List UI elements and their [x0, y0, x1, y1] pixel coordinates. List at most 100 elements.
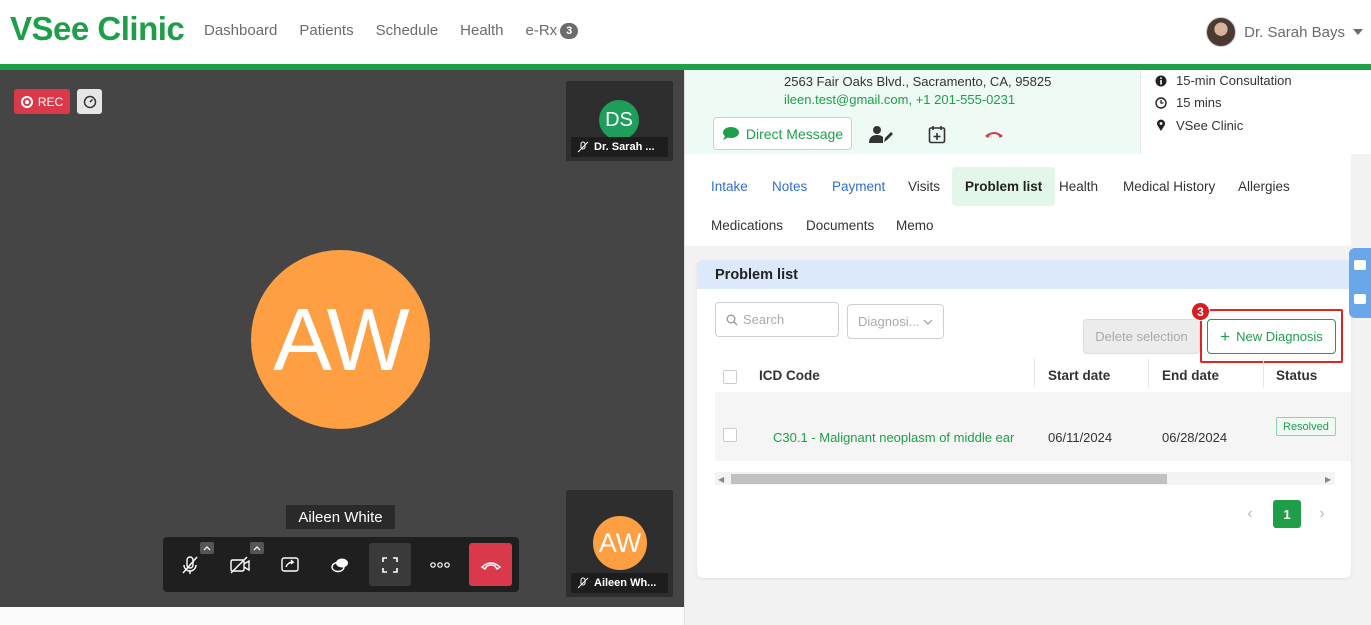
hang-up-icon: [985, 132, 1003, 138]
col-header-start-date[interactable]: Start date: [1048, 368, 1110, 383]
appointment-location-row: VSee Clinic: [1155, 118, 1243, 133]
record-button[interactable]: REC: [14, 89, 70, 114]
tab-health[interactable]: Health: [1046, 167, 1111, 206]
nav-erx[interactable]: e-Rx 3: [526, 22, 579, 39]
search-icon: [726, 314, 738, 325]
mic-off-icon: [577, 577, 589, 589]
tab-medical-history[interactable]: Medical History: [1110, 167, 1228, 206]
row-start-date: 06/11/2024: [1048, 430, 1113, 445]
tab-intake[interactable]: Intake: [698, 167, 761, 206]
patient-avatar: AW: [593, 516, 647, 570]
mic-off-icon: [182, 555, 198, 574]
user-menu[interactable]: Dr. Sarah Bays: [1206, 17, 1363, 47]
patient-phone-link[interactable]: +1 201-555-0231: [916, 92, 1015, 107]
participant-tile-doctor[interactable]: DS Dr. Sarah ...: [566, 81, 673, 161]
status-badge: Resolved: [1276, 417, 1336, 436]
tab-allergies[interactable]: Allergies: [1225, 167, 1303, 206]
calendar-add-icon: [928, 125, 946, 143]
main-nav: Dashboard Patients Schedule Health e-Rx 3: [204, 22, 579, 39]
patient-tile-name: Aileen Wh...: [594, 577, 657, 589]
nav-erx-label: e-Rx: [525, 22, 558, 39]
hang-up-icon: [480, 561, 501, 570]
col-header-icd-code[interactable]: ICD Code: [759, 368, 820, 383]
tab-problem-list[interactable]: Problem list: [952, 167, 1056, 206]
contact-separator: ,: [908, 92, 916, 107]
direct-message-label: Direct Message: [745, 125, 844, 142]
tab-medications[interactable]: Medications: [698, 206, 796, 245]
thumbs-icon: [1354, 294, 1366, 304]
page-number-button[interactable]: 1: [1273, 500, 1301, 528]
problem-list-title: Problem list: [697, 260, 1351, 289]
more-options-button[interactable]: [419, 543, 461, 586]
column-divider: [1148, 358, 1149, 388]
doctor-tile-name: Dr. Sarah ...: [594, 141, 655, 153]
delete-selection-button[interactable]: Delete selection: [1083, 319, 1200, 354]
nav-patients[interactable]: Patients: [299, 22, 353, 39]
book-icon: [1354, 260, 1366, 270]
record-label: REC: [37, 94, 64, 109]
scroll-left-icon[interactable]: ◀: [718, 475, 724, 484]
diagnosis-filter-select[interactable]: Diagnosi...: [847, 304, 944, 339]
end-call-button[interactable]: [469, 543, 512, 586]
appointment-location: VSee Clinic: [1176, 118, 1244, 133]
appointment-type: 15-min Consultation: [1176, 73, 1292, 88]
video-call-area: REC AW DS Dr. Sarah ... AW Aileen Wh... …: [0, 70, 684, 607]
column-divider: [1263, 358, 1264, 388]
mic-off-icon: [577, 141, 589, 153]
user-name: Dr. Sarah Bays: [1244, 23, 1345, 41]
appointment-info: 15-min Consultation 15 mins VSee Clinic: [1140, 70, 1371, 154]
nav-health[interactable]: Health: [460, 22, 503, 39]
col-header-end-date[interactable]: End date: [1162, 368, 1219, 383]
patient-email-link[interactable]: ileen.test@gmail.com: [784, 92, 908, 107]
clock-icon: [1155, 96, 1167, 109]
chevron-down-icon: [923, 319, 933, 325]
share-screen-button[interactable]: [269, 543, 311, 586]
chat-icon: [331, 558, 348, 572]
tab-visits[interactable]: Visits: [895, 167, 953, 206]
horizontal-scrollbar[interactable]: ◀ ▶: [715, 472, 1335, 485]
camera-options-chevron-icon[interactable]: [250, 542, 264, 554]
table-row[interactable]: [715, 392, 1351, 461]
nav-dashboard[interactable]: Dashboard: [204, 22, 277, 39]
schedule-visit-button[interactable]: [923, 120, 951, 148]
search-placeholder: Search: [743, 312, 785, 327]
chat-button[interactable]: [319, 543, 361, 586]
select-all-checkbox[interactable]: [723, 370, 737, 384]
col-header-status[interactable]: Status: [1276, 368, 1317, 383]
erx-count-badge: 3: [560, 22, 579, 39]
gauge-icon: [83, 95, 96, 108]
direct-message-button[interactable]: Direct Message: [713, 117, 852, 150]
video-footer-space: [0, 607, 684, 625]
avatar: [1206, 17, 1237, 47]
step-number-badge: 3: [1191, 302, 1210, 321]
nav-schedule[interactable]: Schedule: [376, 22, 439, 39]
tab-documents[interactable]: Documents: [793, 206, 887, 245]
side-help-tab[interactable]: [1349, 248, 1371, 318]
tab-payment[interactable]: Payment: [819, 167, 898, 206]
participant-tile-patient[interactable]: AW Aileen Wh...: [566, 490, 673, 597]
step-highlight-box: [1200, 309, 1343, 363]
patient-contact-line: ileen.test@gmail.com, +1 201-555-0231: [784, 92, 1015, 107]
prev-page-icon[interactable]: ‹: [1242, 500, 1258, 528]
tab-memo[interactable]: Memo: [883, 206, 947, 245]
call-controls-bar: [163, 537, 519, 592]
scrollbar-thumb[interactable]: [731, 474, 1167, 484]
mic-options-chevron-icon[interactable]: [200, 542, 214, 554]
edit-patient-button[interactable]: [867, 120, 895, 148]
column-divider: [1034, 358, 1035, 388]
app-logo[interactable]: VSee Clinic: [10, 10, 185, 48]
tab-notes[interactable]: Notes: [759, 167, 820, 206]
scroll-right-icon[interactable]: ▶: [1325, 475, 1331, 484]
fullscreen-button[interactable]: [369, 543, 411, 586]
main-participant-name: Aileen White: [286, 505, 395, 529]
network-speed-button[interactable]: [77, 89, 102, 114]
row-checkbox[interactable]: [723, 428, 737, 442]
call-patient-button[interactable]: [980, 120, 1008, 148]
icd-code-link[interactable]: C30.1 - Malignant neoplasm of middle ear: [773, 430, 1014, 445]
next-page-icon[interactable]: ›: [1314, 500, 1330, 528]
search-input[interactable]: Search: [715, 302, 839, 337]
appointment-duration: 15 mins: [1176, 95, 1222, 110]
main-participant-avatar: AW: [251, 250, 430, 429]
doctor-avatar: DS: [599, 100, 639, 140]
top-header: VSee Clinic Dashboard Patients Schedule …: [0, 0, 1371, 64]
